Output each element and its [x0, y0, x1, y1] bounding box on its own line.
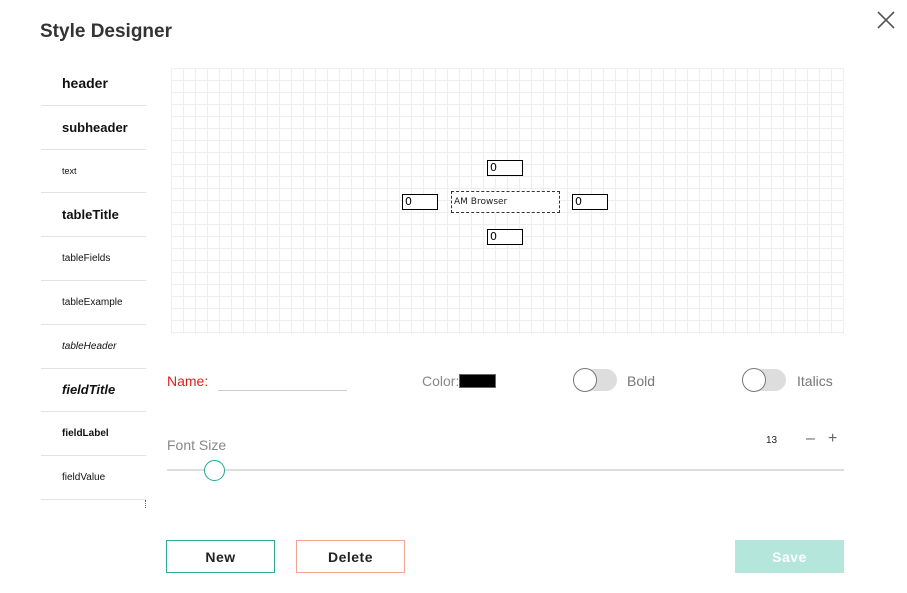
list-scroll-indicator[interactable]: [145, 500, 147, 508]
padding-top-input[interactable]: 0: [487, 160, 523, 176]
font-size-decrease-button[interactable]: –: [806, 430, 815, 448]
padding-bottom-input[interactable]: 0: [487, 229, 523, 245]
font-size-increase-button[interactable]: +: [828, 430, 837, 448]
font-size-value: 13: [766, 435, 778, 446]
bold-toggle[interactable]: [573, 368, 617, 392]
preview-canvas: 0 0 AM Browser 0 0: [171, 68, 844, 334]
delete-button[interactable]: Delete: [296, 540, 405, 573]
padding-left-input[interactable]: 0: [402, 194, 438, 210]
padding-right-input[interactable]: 0: [572, 194, 608, 210]
style-list-item[interactable]: fieldValue: [41, 456, 146, 500]
style-list-item-label: tableExample: [62, 296, 123, 308]
style-list-item-label: subheader: [62, 119, 128, 135]
style-list-item-label: tableFields: [62, 253, 111, 265]
font-size-slider[interactable]: [167, 469, 844, 471]
save-button[interactable]: Save: [735, 540, 844, 573]
style-list-item[interactable]: text: [41, 150, 146, 194]
style-list-item-label: fieldLabel: [62, 428, 109, 440]
italics-label: Italics: [797, 373, 833, 389]
font-size-slider-handle[interactable]: [204, 460, 225, 481]
style-list-item[interactable]: tableFields: [41, 237, 146, 281]
close-icon: [877, 11, 895, 29]
style-list-item[interactable]: header: [41, 62, 146, 106]
style-list-item[interactable]: tableExample: [41, 281, 146, 325]
style-list-item[interactable]: fieldLabel: [41, 412, 146, 457]
style-list-item[interactable]: tableHeader: [41, 325, 146, 369]
italics-toggle-knob: [742, 368, 766, 392]
color-swatch[interactable]: [459, 374, 496, 388]
bold-toggle-knob: [573, 368, 597, 392]
style-list: header subheader text tableTitle tableFields…: [41, 62, 146, 508]
name-field[interactable]: [218, 370, 347, 391]
color-label: Color:: [422, 373, 460, 389]
style-list-item-label: text: [62, 165, 77, 176]
style-list-item[interactable]: subheader: [41, 106, 146, 150]
style-list-item-label: tableTitle: [62, 207, 119, 223]
style-list-item-label: fieldTitle: [62, 382, 116, 398]
new-button[interactable]: New: [166, 540, 275, 573]
font-size-label: Font Size: [167, 437, 227, 453]
style-list-item-label: tableHeader: [62, 340, 117, 352]
style-preview-box: AM Browser: [451, 191, 560, 213]
style-list-item[interactable]: fieldTitle: [41, 369, 146, 413]
style-list-item-label: fieldValue: [62, 472, 106, 484]
italics-toggle[interactable]: [742, 368, 786, 392]
dialog-title: Style Designer: [40, 21, 172, 42]
close-button[interactable]: [872, 6, 900, 34]
style-list-item-label: header: [62, 75, 108, 92]
bold-label: Bold: [627, 373, 656, 389]
style-list-item[interactable]: tableTitle: [41, 193, 146, 238]
name-label: Name:: [167, 373, 209, 389]
